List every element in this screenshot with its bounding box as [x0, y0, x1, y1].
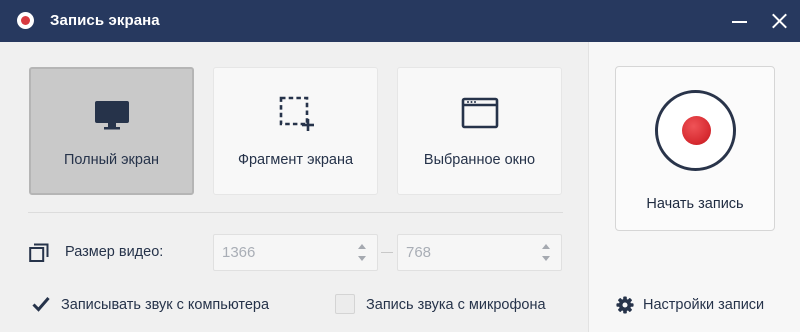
height-input[interactable]: 768 — [397, 234, 562, 271]
mode-full-screen-label: Полный экран — [63, 152, 160, 168]
mode-screen-fragment[interactable]: Фрагмент экрана — [213, 67, 378, 195]
system-audio-label[interactable]: Записывать звук с компьютера — [61, 297, 269, 313]
recording-settings-label: Настройки записи — [643, 297, 765, 313]
mode-screen-fragment-label: Фрагмент экрана — [237, 152, 354, 168]
title-bar: Запись экрана — [0, 0, 800, 42]
gear-icon — [616, 296, 634, 314]
width-value: 1366 — [222, 244, 256, 261]
record-dot-icon — [682, 116, 711, 145]
window-title: Запись экрана — [50, 12, 160, 29]
start-recording-label: Начать запись — [646, 196, 744, 212]
width-input[interactable]: 1366 — [213, 234, 378, 271]
divider — [28, 212, 563, 213]
height-spinner-icon[interactable] — [541, 244, 551, 262]
record-icon — [17, 12, 34, 29]
mode-selected-window-label: Выбранное окно — [423, 152, 536, 168]
mic-audio-checkbox[interactable] — [335, 294, 355, 314]
close-button[interactable] — [764, 6, 794, 36]
mode-selected-window[interactable]: Выбранное окно — [397, 67, 562, 195]
region-select-icon — [279, 96, 314, 131]
monitor-icon — [94, 101, 129, 130]
width-spinner-icon[interactable] — [357, 244, 367, 262]
video-size-icon — [29, 243, 49, 262]
start-recording-button[interactable]: Начать запись — [615, 66, 775, 231]
mode-full-screen[interactable]: Полный экран — [29, 67, 194, 195]
record-ring-icon — [655, 90, 736, 171]
mic-audio-label[interactable]: Запись звука с микрофона — [366, 297, 546, 313]
system-audio-checkbox[interactable] — [31, 294, 51, 314]
checkmark-icon — [32, 297, 50, 312]
size-separator — [381, 252, 393, 253]
video-size-label: Размер видео: — [65, 244, 164, 260]
height-value: 768 — [406, 244, 432, 261]
window-icon — [461, 97, 498, 129]
minimize-button[interactable] — [724, 6, 754, 36]
